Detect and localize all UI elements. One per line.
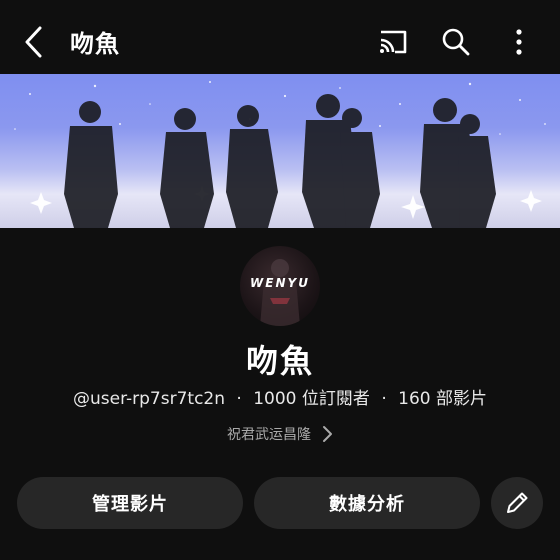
channel-name: 吻魚 (245, 342, 314, 380)
stats-separator: · (381, 389, 387, 409)
channel-banner (0, 74, 560, 228)
video-count: 160 部影片 (398, 389, 487, 409)
manage-videos-button[interactable]: 管理影片 (17, 477, 243, 529)
cast-button[interactable] (373, 24, 413, 60)
channel-handle: @user-rp7sr7tc2n (73, 389, 226, 409)
cast-icon (380, 30, 407, 54)
top-app-bar: 吻魚 (0, 0, 560, 74)
channel-avatar[interactable]: WENYU (240, 246, 320, 326)
banner-artwork (14, 81, 546, 228)
more-vert-icon (516, 29, 522, 55)
search-button[interactable] (436, 24, 476, 60)
channel-stats: @user-rp7sr7tc2n · 1000 位訂閱者 · 160 部影片 (0, 384, 560, 409)
back-arrow-icon (25, 26, 42, 58)
search-icon (442, 28, 470, 56)
channel-description-link[interactable]: 祝君武运昌隆 (0, 424, 560, 444)
more-options-button[interactable] (499, 24, 539, 60)
analytics-button[interactable]: 數據分析 (254, 477, 480, 529)
edit-channel-button[interactable] (491, 477, 543, 529)
page-title: 吻魚 (70, 30, 120, 58)
stats-separator: · (236, 389, 242, 409)
back-button[interactable] (18, 24, 50, 60)
pencil-icon (507, 492, 528, 513)
channel-description: 祝君武运昌隆 (227, 427, 311, 443)
subscriber-count: 1000 位訂閱者 (253, 389, 370, 409)
chevron-right-icon (323, 426, 332, 442)
avatar-logo-text: WENYU (250, 276, 310, 290)
